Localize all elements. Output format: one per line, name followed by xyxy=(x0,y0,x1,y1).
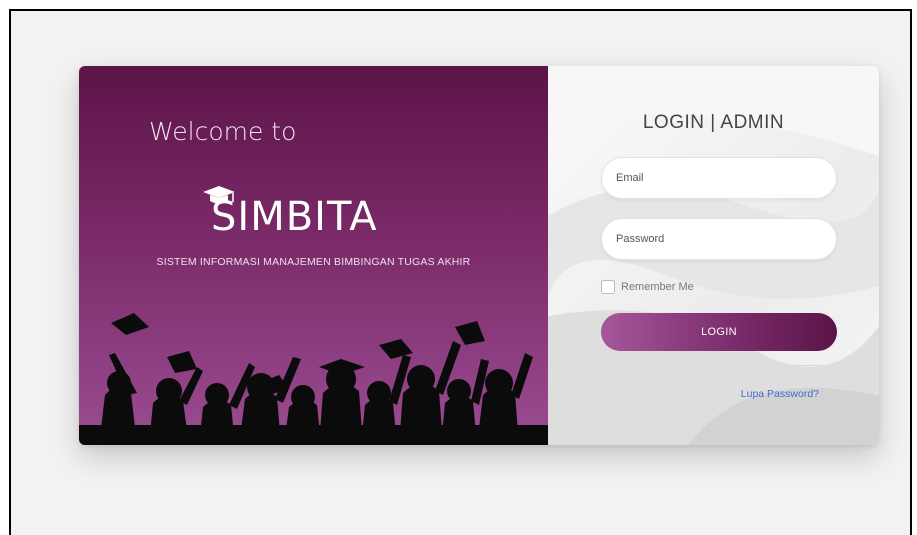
password-input[interactable] xyxy=(601,218,837,260)
welcome-text: Welcome to xyxy=(149,117,297,146)
remember-me-label: Remember Me xyxy=(621,281,694,293)
tagline: SISTEM INFORMASI MANAJEMEN BIMBINGAN TUG… xyxy=(156,256,471,268)
forgot-password-link[interactable]: Lupa Password? xyxy=(601,388,837,400)
login-panel: LOGIN | ADMIN Remember Me LOGIN Lupa Pas… xyxy=(548,66,879,445)
graduation-crowd-silhouette xyxy=(79,313,548,445)
login-title: LOGIN | ADMIN xyxy=(642,112,785,133)
logo-text: SIMBITA xyxy=(211,194,378,240)
login-button[interactable]: LOGIN xyxy=(601,313,837,351)
email-input[interactable] xyxy=(601,157,837,199)
remember-me[interactable]: Remember Me xyxy=(601,280,694,294)
divider xyxy=(601,365,837,366)
welcome-panel: Welcome to SIMBITA SISTEM INFORMASI MANA… xyxy=(79,66,548,445)
remember-me-checkbox[interactable] xyxy=(601,280,615,294)
simbita-logo: SIMBITA xyxy=(197,184,397,244)
browser-frame: Welcome to SIMBITA SISTEM INFORMASI MANA… xyxy=(9,9,912,535)
login-card: Welcome to SIMBITA SISTEM INFORMASI MANA… xyxy=(79,66,879,445)
